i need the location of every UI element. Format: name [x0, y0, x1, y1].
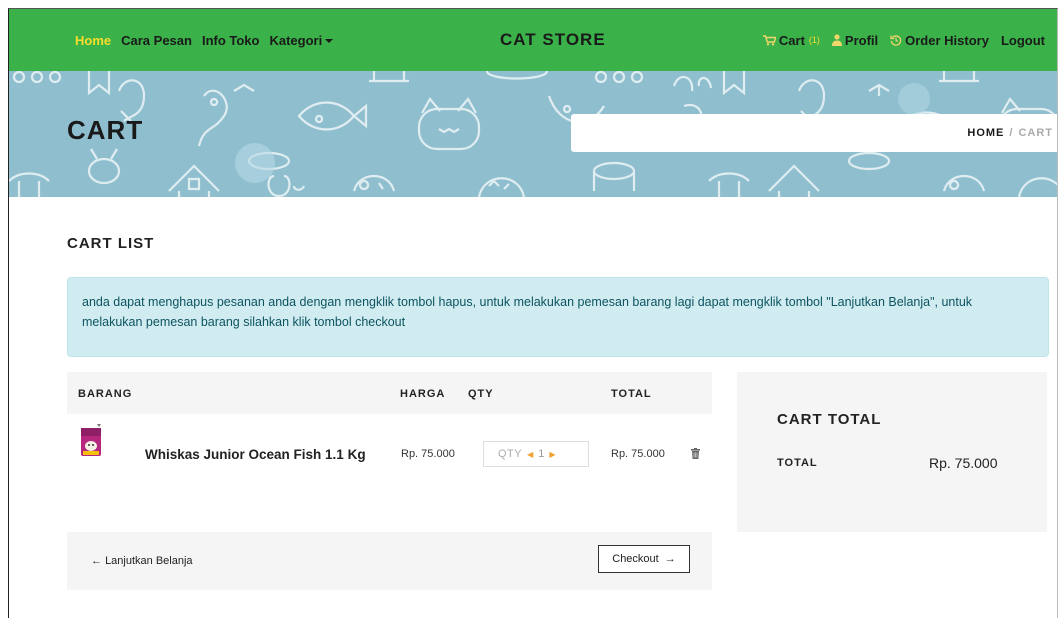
nav-profil-label: Profil: [844, 32, 879, 48]
qty-value[interactable]: 1: [538, 448, 544, 460]
nav-cara-pesan[interactable]: Cara Pesan: [121, 33, 192, 48]
table-header: BARANG HARGA QTY TOTAL: [67, 372, 712, 414]
product-thumbnail[interactable]: [80, 424, 102, 458]
continue-shopping-label: Lanjutkan Belanja: [105, 555, 193, 567]
continue-shopping-link[interactable]: ← Lanjutkan Belanja: [91, 555, 193, 567]
nav-info-toko[interactable]: Info Toko: [202, 33, 260, 48]
nav-cart-label: Cart: [778, 32, 805, 48]
quantity-stepper: QTY ◀ 1 ▶: [483, 441, 589, 467]
table-row: Whiskas Junior Ocean Fish 1.1 Kg Rp. 75.…: [67, 414, 712, 496]
history-icon: [890, 35, 902, 46]
product-price: Rp. 75.000: [401, 448, 455, 460]
breadcrumb-home-link[interactable]: HOME: [967, 127, 1004, 139]
nav-left-menu: Home Cara Pesan Info Toko Kategori: [75, 9, 334, 71]
nav-home[interactable]: Home: [75, 33, 111, 48]
nav-profil[interactable]: Profil: [831, 32, 879, 48]
cart-total-title: CART TOTAL: [777, 411, 882, 428]
brand-title[interactable]: CAT STORE: [500, 9, 606, 71]
info-alert: anda dapat menghapus pesanan anda dengan…: [67, 277, 1049, 357]
trash-icon[interactable]: [691, 448, 700, 459]
header-item: BARANG: [78, 388, 133, 400]
caret-down-icon: [325, 39, 334, 44]
cart-table: BARANG HARGA QTY TOTAL Whiskas Junior Oc…: [67, 372, 712, 526]
breadcrumb: HOME / CART: [571, 114, 1057, 152]
header-total: TOTAL: [611, 388, 652, 400]
browser-page: Home Cara Pesan Info Toko Kategori CAT S…: [8, 8, 1058, 618]
nav-kategori-dropdown[interactable]: Kategori: [269, 32, 334, 48]
nav-kategori-label: Kategori: [269, 32, 323, 48]
header-qty: QTY: [468, 388, 494, 400]
product-name[interactable]: Whiskas Junior Ocean Fish 1.1 Kg: [145, 447, 366, 462]
cart-total-value: Rp. 75.000: [929, 455, 998, 471]
cart-total-label: TOTAL: [777, 457, 818, 469]
qty-label: QTY: [498, 448, 523, 460]
cart-actions-bar: ← Lanjutkan Belanja Checkout →: [67, 532, 712, 590]
page-title: CART: [67, 115, 144, 145]
user-icon: [831, 34, 842, 46]
arrow-right-icon: →: [664, 553, 676, 565]
page-banner: CART HOME / CART: [9, 71, 1057, 197]
breadcrumb-separator: /: [1009, 127, 1014, 139]
cart-total-panel: CART TOTAL TOTAL Rp. 75.000: [737, 372, 1047, 532]
decrease-arrow-icon[interactable]: ◀: [527, 450, 533, 459]
navbar: Home Cara Pesan Info Toko Kategori CAT S…: [9, 9, 1057, 71]
cart-icon: [762, 34, 776, 45]
section-title: CART LIST: [67, 235, 155, 252]
breadcrumb-current: CART: [1018, 127, 1053, 139]
nav-order-history[interactable]: Order History: [890, 33, 989, 48]
nav-logout[interactable]: Logout: [1001, 33, 1045, 48]
arrow-left-icon: ←: [91, 555, 102, 567]
header-price: HARGA: [400, 388, 446, 400]
nav-right-menu: Cart (1) Profil Order History Logout: [762, 9, 1045, 71]
cart-count-badge: (1): [808, 35, 820, 45]
checkout-label: Checkout: [612, 553, 659, 565]
row-total: Rp. 75.000: [611, 448, 665, 460]
nav-cart[interactable]: Cart (1): [762, 32, 820, 48]
increase-arrow-icon[interactable]: ▶: [549, 450, 555, 459]
nav-order-history-label: Order History: [905, 32, 989, 48]
checkout-button[interactable]: Checkout →: [598, 545, 690, 573]
